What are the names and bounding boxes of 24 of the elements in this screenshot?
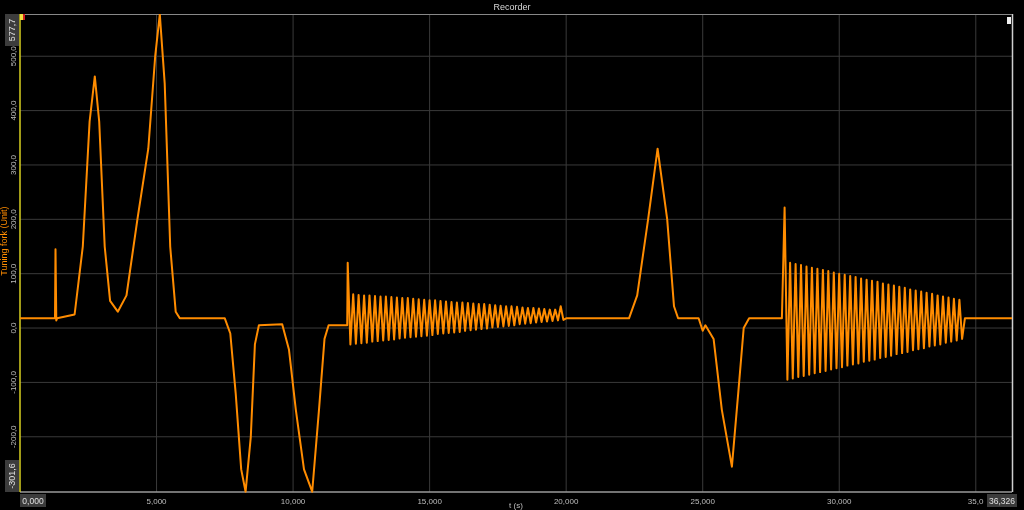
x-tick-label: 20,000 — [553, 497, 579, 506]
cursor-marker-icon[interactable] — [20, 14, 25, 20]
x-tick-label: 35,0 — [967, 497, 984, 506]
y-tick-label: 400,0 — [9, 100, 18, 121]
y-tick-label: 0,0 — [9, 322, 18, 334]
y-min-label: -301,6 — [5, 460, 19, 492]
y-tick-label: -100,0 — [9, 371, 18, 394]
x-tick-label: 15,000 — [417, 497, 442, 506]
y-tick-label: -200,0 — [9, 425, 18, 449]
y-tick-label: 100,0 — [9, 263, 18, 284]
y-tick-label: 500,0 — [9, 46, 18, 67]
y-max-label: 577,7 — [5, 14, 19, 46]
y-tick-label: 300,0 — [9, 154, 18, 175]
window-title: Recorder — [493, 1, 531, 14]
x-min-label: 0,000 — [20, 494, 46, 507]
y-axis-label: Tuning fork (Unit) — [0, 206, 9, 276]
x-tick-label: 10,000 — [280, 497, 306, 506]
cursor-marker-icon[interactable] — [1007, 17, 1011, 24]
x-tick-label: 5,000 — [146, 497, 167, 506]
x-max-label: 36,326 — [987, 494, 1017, 507]
x-axis-label: t (s) — [509, 501, 523, 510]
y-tick-label: 200,0 — [9, 209, 18, 230]
x-tick-label: 25,000 — [690, 497, 715, 506]
x-tick-label: 30,000 — [827, 497, 852, 506]
